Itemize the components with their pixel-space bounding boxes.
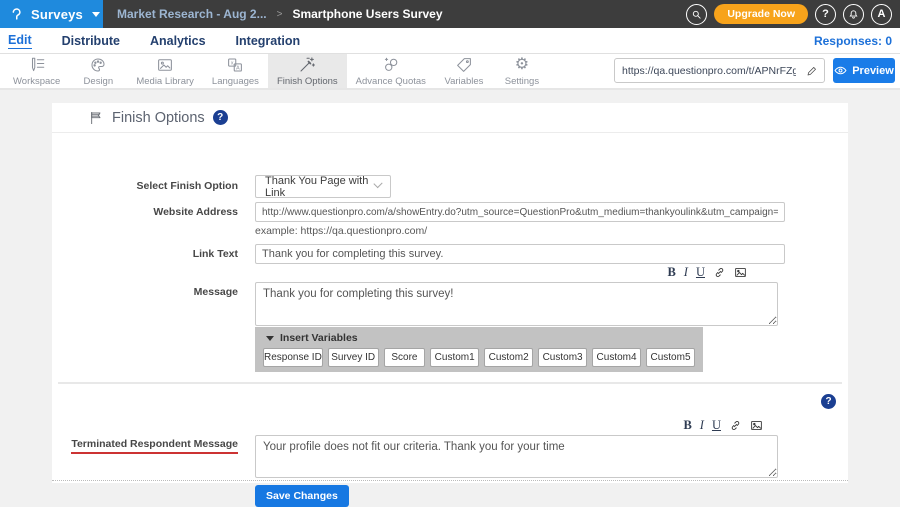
preview-label: Preview	[852, 65, 894, 77]
toolbar-item-label: Workspace	[13, 76, 60, 87]
question-circle-icon[interactable]: ?	[821, 394, 836, 409]
toolbar-item-languages[interactable]: xA Languages	[203, 54, 268, 88]
section-divider	[58, 382, 842, 384]
insert-variables-toggle[interactable]: Insert Variables	[255, 327, 703, 346]
breadcrumb: Market Research - Aug 2... > Smartphone …	[103, 7, 686, 21]
finish-option-value: Thank You Page with Link	[265, 175, 375, 199]
insert-variables-buttons: Response ID Survey ID Score Custom1 Cust…	[255, 346, 703, 367]
topbar-actions: Upgrade Now ? A	[686, 4, 900, 25]
insert-variables-panel: Insert Variables Response ID Survey ID S…	[255, 327, 703, 372]
toolbar-item-workspace[interactable]: Workspace	[4, 54, 69, 88]
website-example-text: example: https://qa.questionpro.com/	[255, 225, 427, 237]
breadcrumb-project[interactable]: Market Research - Aug 2...	[117, 7, 267, 21]
toolbar-item-label: Settings	[505, 76, 539, 87]
page-title: Finish Options	[112, 110, 205, 126]
avatar[interactable]: A	[871, 4, 892, 25]
survey-url-box	[614, 58, 825, 83]
website-address-label: Website Address	[52, 206, 238, 218]
bold-button[interactable]: B	[667, 265, 675, 280]
eye-icon	[834, 65, 847, 76]
panel-header: Finish Options ?	[52, 103, 848, 133]
link-icon[interactable]	[713, 266, 726, 279]
bold-button[interactable]: B	[683, 418, 691, 433]
link-icon[interactable]	[729, 419, 742, 432]
breadcrumb-separator: >	[277, 9, 283, 20]
triangle-down-icon	[266, 336, 274, 341]
message-editor-toolbar: B I U	[255, 265, 785, 280]
variable-button-custom2[interactable]: Custom2	[484, 348, 533, 367]
terminated-respondent-message-textarea[interactable]: Your profile does not fit our criteria. …	[255, 435, 778, 478]
tab-integration[interactable]: Integration	[236, 34, 301, 48]
save-changes-button[interactable]: Save Changes	[255, 485, 349, 507]
magic-wand-icon	[298, 56, 316, 74]
link-text-input[interactable]	[255, 244, 785, 264]
underline-button[interactable]: U	[696, 265, 705, 280]
terminated-editor-toolbar: B I U	[255, 418, 785, 433]
toolbar-item-label: Variables	[444, 76, 483, 87]
tag-icon	[455, 56, 473, 74]
translate-icon: xA	[226, 56, 244, 74]
brand-label: Surveys	[31, 7, 83, 22]
save-area-divider	[52, 480, 848, 481]
variable-button-custom3[interactable]: Custom3	[538, 348, 587, 367]
toolbar-item-settings[interactable]: ⚙ Settings	[493, 54, 551, 88]
insert-image-icon[interactable]	[750, 419, 763, 432]
toolbar-item-design[interactable]: Design	[69, 54, 127, 88]
italic-button[interactable]: I	[700, 418, 704, 433]
variable-button-custom1[interactable]: Custom1	[430, 348, 479, 367]
breadcrumb-survey-title: Smartphone Users Survey	[292, 7, 442, 21]
toolbar-item-variables[interactable]: Variables	[435, 54, 493, 88]
toolbar-item-advance-quotas[interactable]: Advance Quotas	[347, 54, 435, 88]
toolbar-item-label: Finish Options	[277, 76, 338, 87]
variable-button-survey-id[interactable]: Survey ID	[328, 348, 379, 367]
responses-count[interactable]: Responses: 0	[814, 34, 892, 48]
tab-distribute[interactable]: Distribute	[62, 34, 120, 48]
search-icon[interactable]	[686, 4, 707, 25]
preview-button[interactable]: Preview	[833, 58, 895, 83]
pencil-list-icon	[28, 56, 46, 74]
finish-options-panel: Finish Options ? Select Finish Option Th…	[52, 103, 848, 483]
palette-icon	[89, 56, 107, 74]
finish-option-select[interactable]: Thank You Page with Link	[255, 175, 391, 198]
bell-icon[interactable]	[843, 4, 864, 25]
variable-button-custom4[interactable]: Custom4	[592, 348, 641, 367]
underline-button[interactable]: U	[712, 418, 721, 433]
variable-button-custom5[interactable]: Custom5	[646, 348, 695, 367]
insert-variables-header: Insert Variables	[280, 332, 358, 344]
terminated-respondent-message-label: Terminated Respondent Message	[52, 438, 238, 454]
message-textarea[interactable]: Thank you for completing this survey!	[255, 282, 778, 326]
chain-links-icon	[382, 56, 400, 74]
tab-analytics[interactable]: Analytics	[150, 34, 206, 48]
help-icon[interactable]: ?	[815, 4, 836, 25]
message-label: Message	[52, 286, 238, 298]
chevron-down-icon	[92, 12, 100, 17]
pencil-icon[interactable]	[800, 59, 824, 82]
gear-icon: ⚙	[515, 56, 529, 74]
top-bar: Surveys Market Research - Aug 2... > Sma…	[0, 0, 900, 28]
upgrade-now-button[interactable]: Upgrade Now	[714, 4, 808, 24]
image-icon	[156, 56, 174, 74]
link-text-label: Link Text	[52, 248, 238, 260]
main-nav: Edit Distribute Analytics Integration Re…	[0, 28, 900, 54]
questionpro-logo-icon	[9, 6, 24, 23]
toolbar-item-label: Advance Quotas	[356, 76, 426, 87]
variable-button-response-id[interactable]: Response ID	[263, 348, 323, 367]
italic-button[interactable]: I	[684, 265, 688, 280]
flag-icon	[88, 110, 104, 126]
tab-edit[interactable]: Edit	[8, 33, 32, 49]
toolbar-item-media-library[interactable]: Media Library	[127, 54, 203, 88]
svg-text:A: A	[237, 65, 241, 71]
insert-image-icon[interactable]	[734, 266, 747, 279]
toolbar-item-label: Languages	[212, 76, 259, 87]
survey-url-input[interactable]	[615, 65, 800, 77]
toolbar-item-finish-options[interactable]: Finish Options	[268, 54, 347, 88]
question-circle-icon[interactable]: ?	[213, 110, 228, 125]
brand-menu[interactable]: Surveys	[0, 0, 103, 28]
website-address-input[interactable]	[255, 202, 785, 222]
variable-button-score[interactable]: Score	[384, 348, 426, 367]
toolbar-item-label: Media Library	[136, 76, 194, 87]
toolbar-item-label: Design	[84, 76, 114, 87]
finish-option-label: Select Finish Option	[52, 180, 238, 192]
svg-text:x: x	[231, 60, 234, 66]
